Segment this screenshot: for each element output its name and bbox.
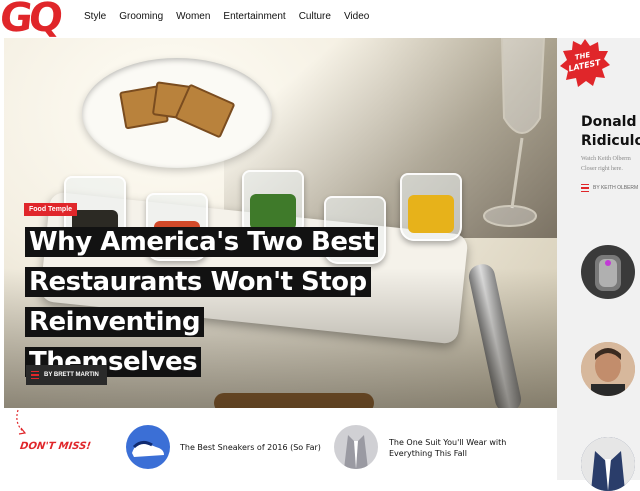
latest-thumb-sneaker[interactable] (581, 245, 635, 299)
menu-lines-icon (31, 371, 39, 379)
wine-glass (483, 38, 546, 227)
sneaker-icon (132, 440, 164, 457)
main-nav: Style Grooming Women Entertainment Cultu… (84, 11, 369, 22)
nav-item-video[interactable]: Video (344, 11, 369, 22)
person-icon (581, 342, 635, 396)
latest-thumb-person[interactable] (581, 342, 635, 396)
curved-arrow-icon (16, 409, 27, 435)
the-latest-badge: THE LATEST (560, 39, 610, 87)
menu-lines-icon (581, 184, 589, 192)
suit-icon (344, 435, 368, 469)
nav-item-grooming[interactable]: Grooming (119, 11, 163, 22)
dont-miss-title-sneakers[interactable]: The Best Sneakers of 2016 (So Far) (180, 442, 321, 453)
headline-line-2[interactable]: Restaurants Won't Stop Reinventing (25, 267, 371, 337)
dont-miss-thumb-suit[interactable] (334, 425, 378, 469)
top-navigation-bar: GQ Style Grooming Women Entertainment Cu… (0, 0, 640, 41)
nav-item-entertainment[interactable]: Entertainment (223, 11, 285, 22)
hero-byline[interactable]: BY BRETT MARTIN (26, 365, 107, 385)
latest-article-title[interactable]: Donald Tr Ridiculou (581, 113, 640, 151)
headline-line-1[interactable]: Why America's Two Best (25, 227, 379, 257)
hero-headline[interactable]: Why America's Two Best Restaurants Won't… (25, 222, 545, 382)
latest-thumb-suit[interactable] (581, 437, 635, 491)
dont-miss-title-suit[interactable]: The One Suit You'll Wear with Everything… (389, 437, 506, 459)
byline-text: BY BRETT MARTIN (44, 372, 99, 378)
latest-article-desc: Watch Keith Olberm Closer right here. (581, 156, 631, 172)
dont-miss-thumb-sneakers[interactable] (126, 425, 170, 469)
latest-byline[interactable]: BY KEITH OLBERM (581, 184, 638, 192)
dont-miss-label: DON'T MISS! (19, 441, 92, 452)
jacket-icon (581, 437, 635, 491)
bread-plate (82, 58, 272, 168)
sneaker-icon (595, 255, 621, 291)
gq-logo[interactable]: GQ (0, 0, 61, 41)
nav-item-style[interactable]: Style (84, 11, 106, 22)
nav-item-culture[interactable]: Culture (299, 11, 331, 22)
category-tag[interactable]: Food Temple (24, 203, 78, 216)
nav-item-women[interactable]: Women (176, 11, 210, 22)
